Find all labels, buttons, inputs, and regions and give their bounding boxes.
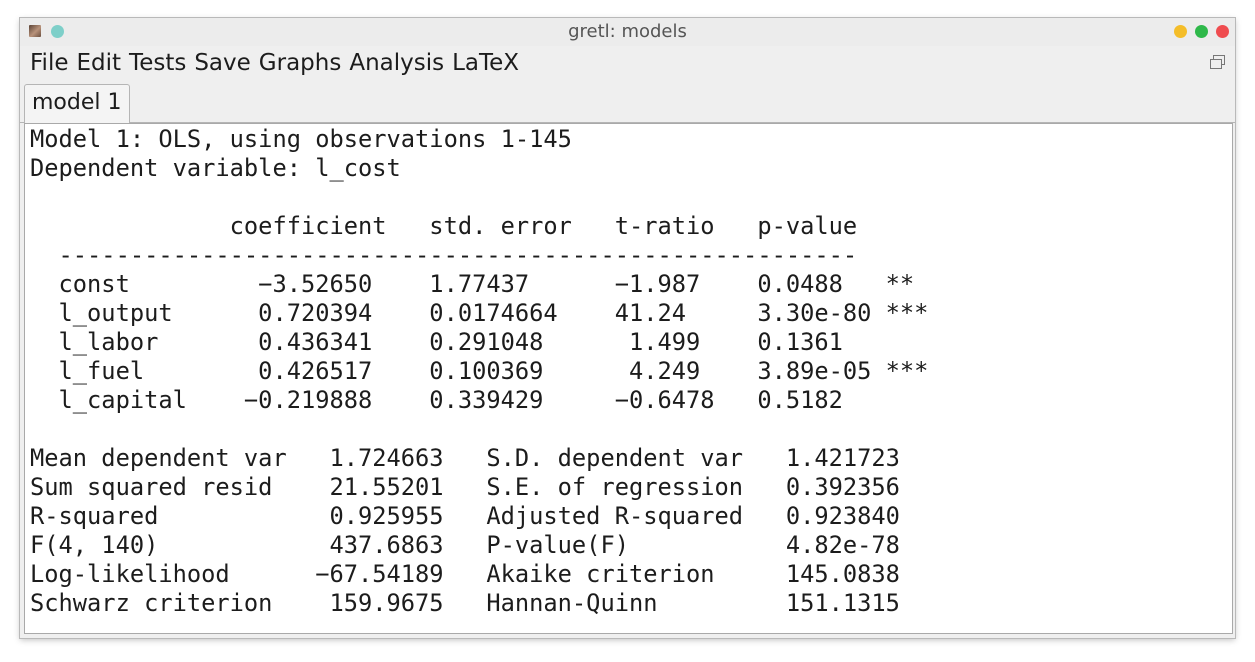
statistics-row: Schwarz criterion 159.9675 Hannan-Quinn … bbox=[30, 589, 900, 617]
menu-file[interactable]: File bbox=[26, 46, 73, 80]
coefficient-row-const: const −3.52650 1.77437 −1.987 0.0488 ** bbox=[30, 270, 915, 298]
dependent-variable-line: Dependent variable: l_cost bbox=[30, 154, 401, 182]
menu-edit[interactable]: Edit bbox=[73, 46, 126, 80]
model-header: Model 1: OLS, using observations 1-145 bbox=[30, 125, 572, 153]
gretl-models-window: gretl: models File Edit Tests Save Graphs Ana… bbox=[20, 18, 1235, 638]
menu-analysis[interactable]: Analysis bbox=[345, 46, 448, 80]
coefficient-row-l-fuel: l_fuel 0.426517 0.100369 4.249 3.89e-05 … bbox=[30, 357, 929, 385]
coefficient-row-l-output: l_output 0.720394 0.0174664 41.24 3.30e-… bbox=[30, 299, 929, 327]
statistics-row: Log-likelihood −67.54189 Akaike criterio… bbox=[30, 560, 900, 588]
table-separator: ----------------------------------------… bbox=[30, 241, 858, 269]
detach-window-icon[interactable] bbox=[1210, 55, 1225, 69]
coefficient-row-l-labor: l_labor 0.436341 0.291048 1.499 0.1361 bbox=[30, 328, 843, 356]
statistics-row: Mean dependent var 1.724663 S.D. depende… bbox=[30, 444, 900, 472]
model-output-area[interactable]: Model 1: OLS, using observations 1-145 D… bbox=[24, 123, 1233, 634]
menu-latex[interactable]: LaTeX bbox=[448, 46, 523, 80]
minimize-button[interactable] bbox=[1174, 25, 1187, 38]
coefficient-table-header: coefficient std. error t-ratio p-value bbox=[30, 212, 858, 240]
menu-save[interactable]: Save bbox=[190, 46, 254, 80]
title-bar[interactable]: gretl: models bbox=[20, 18, 1235, 46]
tab-bar: model 1 bbox=[20, 80, 1235, 123]
statistics-row: R-squared 0.925955 Adjusted R-squared 0.… bbox=[30, 502, 900, 530]
statistics-row: F(4, 140) 437.6863 P-value(F) 4.82e-78 bbox=[30, 531, 900, 559]
statistics-row: Sum squared resid 21.55201 S.E. of regre… bbox=[30, 473, 900, 501]
coefficient-row-l-capital: l_capital −0.219888 0.339429 −0.6478 0.5… bbox=[30, 386, 843, 414]
close-button[interactable] bbox=[1216, 25, 1229, 38]
menu-graphs[interactable]: Graphs bbox=[255, 46, 346, 80]
maximize-button[interactable] bbox=[1195, 25, 1208, 38]
menu-tests[interactable]: Tests bbox=[125, 46, 190, 80]
tab-model-1[interactable]: model 1 bbox=[24, 84, 130, 123]
menu-bar: File Edit Tests Save Graphs Analysis LaTeX bbox=[20, 46, 1235, 80]
window-title: gretl: models bbox=[568, 21, 687, 42]
model-output-text: Model 1: OLS, using observations 1-145 D… bbox=[25, 124, 1232, 618]
